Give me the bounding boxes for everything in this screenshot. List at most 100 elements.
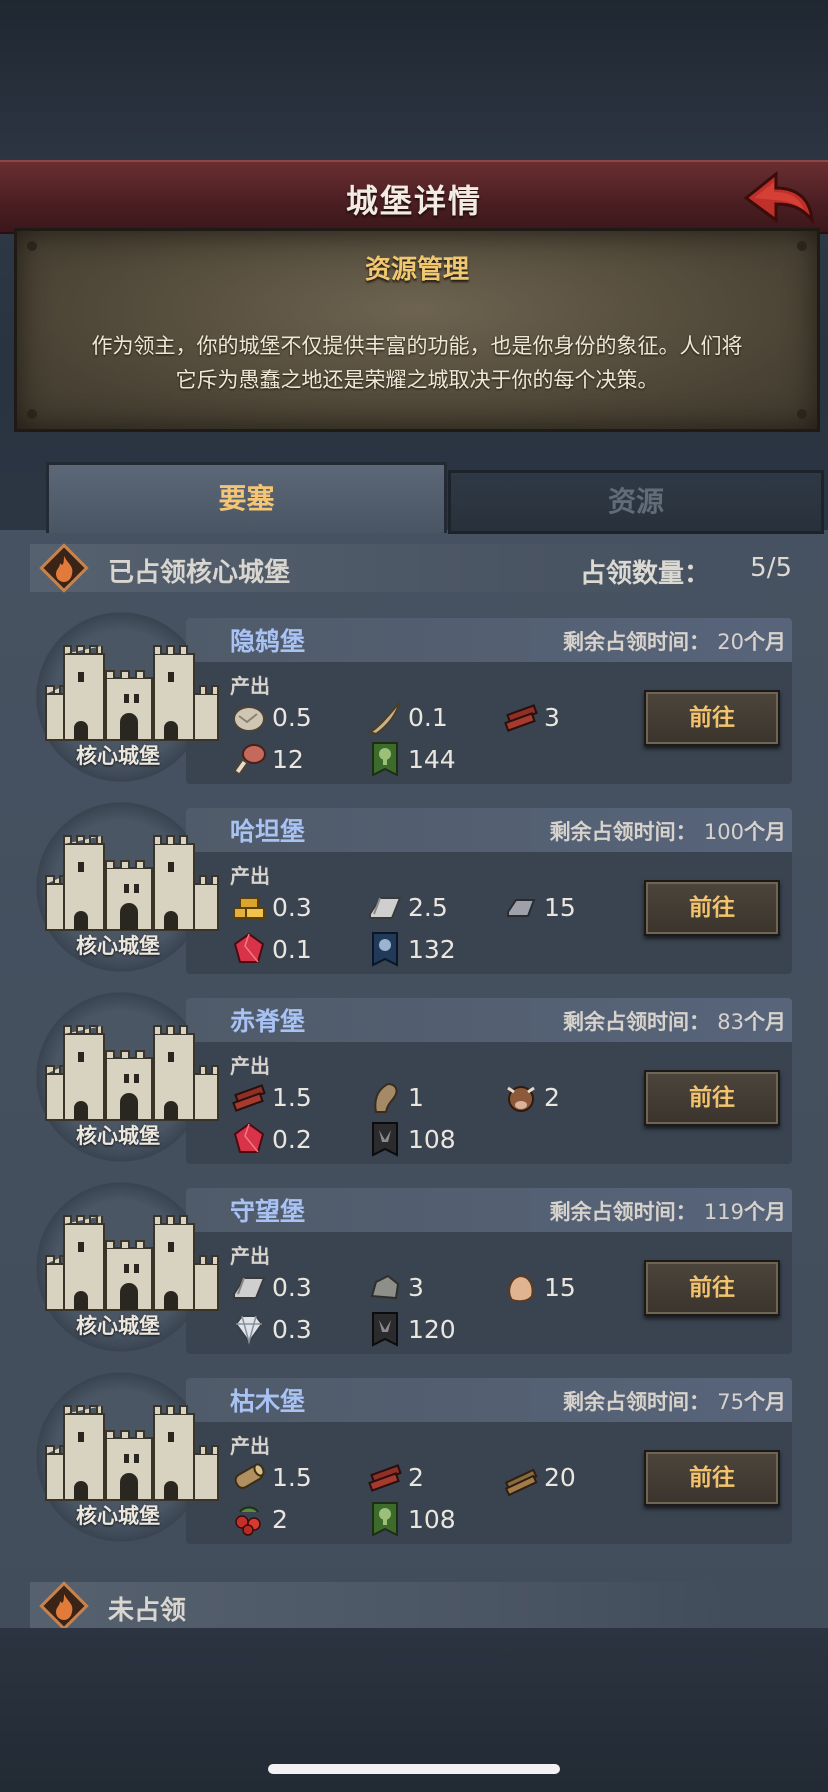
resource-value: 1.5 — [272, 1462, 312, 1492]
tab-resources[interactable]: 资源 — [448, 470, 824, 534]
resource-item: 3 — [366, 1268, 424, 1306]
resource-item: 12 — [230, 740, 304, 778]
resource-value: 0.5 — [272, 702, 312, 732]
cattle-icon — [507, 1086, 535, 1112]
go-button[interactable]: 前往 — [644, 1450, 780, 1506]
iron-ingot-icon — [507, 899, 536, 917]
back-arrow-icon[interactable] — [740, 168, 816, 228]
resource-value: 108 — [408, 1504, 456, 1534]
resource-item: 0.3 — [230, 1268, 312, 1306]
castle-name[interactable]: 枯木堡 — [230, 1382, 305, 1418]
remaining-value: 100 — [703, 820, 744, 844]
remaining-label: 剩余占领时间： — [549, 820, 697, 844]
leather-icon — [508, 1274, 534, 1303]
castle-name[interactable]: 隐鸫堡 — [230, 622, 305, 658]
resource-value: 0.1 — [408, 702, 448, 732]
castle-icon — [45, 1025, 219, 1121]
resource-item: 108 — [366, 1500, 456, 1538]
resource-value: 2 — [544, 1082, 560, 1112]
fire-emblem-icon — [39, 1581, 89, 1631]
produce-label: 产出 — [230, 864, 270, 888]
resource-item: 1.5 — [230, 1078, 312, 1116]
wood-planks-icon — [504, 704, 538, 732]
occupy-count-label: 占领数量： — [579, 559, 710, 589]
resource-item: 2 — [230, 1500, 288, 1538]
resource-item: 0.3 — [230, 1310, 312, 1348]
remaining-time: 剩余占领时间： 83个月 — [563, 1006, 786, 1036]
page-title: 城堡详情 — [345, 182, 482, 220]
resource-item: 2 — [502, 1078, 560, 1116]
castle-card: 核心城堡 隐鸫堡 剩余占领时间： 20个月 产出 前往 0.5 0.1 3 12 144 — [36, 612, 792, 784]
resource-item: 120 — [366, 1310, 456, 1348]
core-castle-label: 核心城堡 — [76, 1314, 160, 1338]
silver-ingot-icon — [369, 897, 402, 919]
resource-value: 144 — [408, 744, 456, 774]
remaining-unit: 个月 — [744, 1200, 786, 1224]
castle-icon — [45, 645, 219, 741]
resource-value: 0.3 — [272, 1314, 312, 1344]
resource-value: 120 — [408, 1314, 456, 1344]
tree-banner-icon — [372, 742, 398, 777]
tab-fortress[interactable]: 要塞 — [46, 462, 447, 533]
go-button[interactable]: 前往 — [644, 1070, 780, 1126]
core-castle-label: 核心城堡 — [76, 744, 160, 768]
produce-label: 产出 — [230, 1244, 270, 1268]
resource-value: 2.5 — [408, 892, 448, 922]
produce-label: 产出 — [230, 1434, 270, 1458]
remaining-value: 119 — [703, 1200, 744, 1224]
remaining-time: 剩余占领时间： 119个月 — [550, 1196, 786, 1226]
resource-item: 0.1 — [230, 930, 312, 968]
gold-bars-icon — [233, 897, 265, 919]
remaining-label: 剩余占领时间： — [549, 1200, 697, 1224]
ruby-icon — [233, 1122, 265, 1153]
title-bar: 城堡详情 — [0, 160, 828, 234]
resource-item: 1.5 — [230, 1458, 312, 1496]
blue-banner-icon — [372, 932, 398, 967]
castle-name[interactable]: 赤脊堡 — [230, 1002, 305, 1038]
core-castle-label: 核心城堡 — [76, 1504, 160, 1528]
remaining-value: 20 — [717, 630, 744, 654]
go-button[interactable]: 前往 — [644, 880, 780, 936]
resource-value: 0.1 — [272, 934, 312, 964]
description-line: 作为领主，你的城堡不仅提供丰富的功能，也是你身份的象征。人们将 — [91, 334, 743, 358]
info-subtitle: 资源管理 — [364, 255, 469, 285]
resource-item: 2.5 — [366, 888, 448, 926]
berries-icon — [235, 1506, 261, 1536]
dark-banner-icon — [372, 1312, 398, 1347]
castle-name[interactable]: 守望堡 — [230, 1192, 305, 1228]
section-title: 未占领 — [108, 1596, 187, 1626]
go-button[interactable]: 前往 — [644, 690, 780, 746]
resource-item: 0.1 — [366, 698, 448, 736]
rivet-decoration — [27, 409, 37, 419]
horse-icon — [374, 1082, 398, 1113]
info-panel: 资源管理 作为领主，你的城堡不仅提供丰富的功能，也是你身份的象征。人们将 它斥为… — [14, 228, 820, 432]
ruby-icon — [233, 932, 265, 963]
remaining-label: 剩余占领时间： — [562, 1390, 710, 1414]
diamond-icon — [234, 1315, 264, 1345]
go-button[interactable]: 前往 — [644, 1260, 780, 1316]
castle-card: 核心城堡 守望堡 剩余占领时间： 119个月 产出 前往 0.3 3 15 0.3 12… — [36, 1182, 792, 1354]
resource-item: 144 — [366, 740, 456, 778]
resource-item: 3 — [502, 698, 560, 736]
fire-emblem-icon — [39, 543, 89, 593]
castle-icon — [45, 835, 219, 931]
rivet-decoration — [797, 409, 807, 419]
lumber-icon — [504, 1468, 538, 1496]
home-indicator[interactable] — [268, 1764, 560, 1774]
castle-name[interactable]: 哈坦堡 — [230, 812, 305, 848]
resource-item: 15 — [502, 888, 576, 926]
resource-item: 132 — [366, 930, 456, 968]
resource-value: 12 — [272, 744, 304, 774]
castle-card: 核心城堡 枯木堡 剩余占领时间： 75个月 产出 前往 1.5 2 20 2 108 — [36, 1372, 792, 1544]
remaining-time: 剩余占领时间： 100个月 — [550, 816, 786, 846]
tab-bar: 要塞 资源 — [38, 462, 824, 534]
tree-banner-icon — [372, 1502, 398, 1537]
resource-item: 15 — [502, 1268, 576, 1306]
remaining-unit: 个月 — [744, 1010, 786, 1034]
resource-item: 0.3 — [230, 888, 312, 926]
resource-value: 15 — [544, 892, 576, 922]
info-description: 作为领主，你的城堡不仅提供丰富的功能，也是你身份的象征。人们将 它斥为愚蠢之地还… — [57, 329, 777, 397]
remaining-unit: 个月 — [744, 1390, 786, 1414]
core-castle-label: 核心城堡 — [76, 1124, 160, 1148]
resource-value: 1.5 — [272, 1082, 312, 1112]
